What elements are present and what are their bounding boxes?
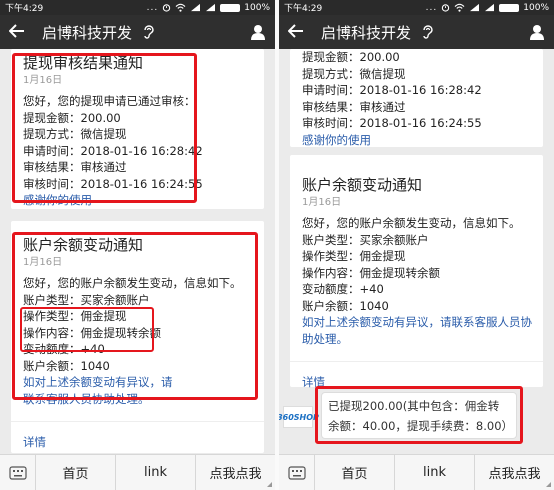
right-phone-screen: 下午4:29 ... 100% 启博科技开发 提现金额：200.00 提现方式：… [279, 0, 554, 490]
card-line: 提现金额：200.00 [302, 50, 400, 64]
signal-icon [470, 3, 480, 12]
card-line: 变动额度：+40 [302, 282, 384, 296]
signal-icon-2 [485, 3, 495, 12]
status-bar: 下午4:29 ... 100% [0, 0, 275, 15]
card-line: 审核时间：2018-01-16 16:24:55 [302, 116, 482, 130]
withdraw-summary-toast: 已提现200.00(其中包含：佣金转 余额：40.00，提现手续费：8.00） [321, 392, 517, 439]
profile-button[interactable] [241, 24, 275, 40]
menu-label: 首页 [341, 467, 368, 482]
card-line: 申请时间：2018-01-16 16:28:42 [302, 83, 482, 97]
signal-icon [191, 3, 201, 12]
card-line: 变动额度：+40 [23, 342, 105, 356]
person-icon [530, 25, 544, 40]
signal-icon-2 [206, 3, 216, 12]
menu-label: 点我点我 [488, 467, 541, 482]
status-time: 下午4:29 [5, 4, 44, 14]
page-title: 启博科技开发 [42, 23, 133, 42]
card-line: 提现金额：200.00 [23, 110, 121, 125]
menu-label: link [144, 465, 167, 480]
shop-logo: 360SHOP [279, 406, 319, 428]
card-line: 账户类型：买家余额账户 [302, 232, 429, 247]
ear-icon [423, 25, 433, 39]
back-button[interactable] [0, 22, 34, 43]
menu-click-me[interactable]: 点我点我 [196, 455, 275, 490]
menu-link[interactable]: link [116, 455, 196, 490]
card-line: 提现方式：微信提现 [23, 127, 127, 141]
keyboard-toggle[interactable] [0, 455, 36, 490]
card-line: 您好，您的账户余额发生变动，信息如下。 [302, 216, 521, 230]
wifi-icon [454, 3, 465, 12]
battery-icon [499, 3, 520, 12]
battery-percent: 100% [523, 2, 549, 13]
alarm-icon [163, 4, 171, 12]
card-date: 1月16日 [23, 257, 63, 268]
message-list[interactable]: 提现审核结果通知 1月16日 您好，您的提现申请已通过审核： 提现金额：200.… [0, 49, 275, 454]
menu-click-me[interactable]: 点我点我 [475, 455, 554, 490]
card-title: 账户余额变动通知 [302, 176, 423, 194]
card-line: 审核时间：2018-01-16 16:24:55 [23, 176, 203, 191]
status-bar: 下午4:29 ... 100% [279, 0, 554, 15]
nav-bar: 启博科技开发 [0, 15, 275, 49]
card-line: 您好，您的提现申请已通过审核： [23, 94, 196, 108]
keyboard-toggle[interactable] [279, 455, 315, 490]
card-line: 审核结果：审核通过 [302, 99, 406, 114]
menu-home[interactable]: 首页 [315, 455, 395, 490]
card-line: 提现方式：微信提现 [302, 66, 406, 81]
profile-button[interactable] [520, 24, 554, 40]
notice-text: 如对上述余额变动有异议，请联系客服人员协助处理。 [23, 375, 173, 406]
card-title: 账户余额变动通知 [23, 236, 144, 254]
keyboard-icon [287, 465, 306, 480]
menu-label: 首页 [62, 467, 89, 482]
notice-text: 如对上述余额变动有异议，请联系客服人员协助处理。 [302, 315, 532, 346]
withdraw-audit-card[interactable]: 提现金额：200.00 提现方式：微信提现 申请时间：2018-01-16 16… [290, 49, 543, 147]
status-dots: ... [146, 2, 159, 13]
system-message: 360SHOP 已提现200.00(其中包含：佣金转 余额：40.00，提现手续… [279, 382, 554, 444]
back-button[interactable] [279, 22, 313, 43]
card-date: 1月16日 [23, 75, 63, 86]
card-title: 提现审核结果通知 [23, 54, 144, 72]
card-line: 申请时间：2018-01-16 16:28:42 [23, 143, 203, 158]
battery-icon [220, 3, 241, 12]
thanks-text: 感谢你的使用 [302, 132, 371, 147]
toast-line: 余额：40.00，提现手续费：8.00） [328, 419, 514, 433]
wifi-icon [175, 3, 186, 12]
card-line: 操作内容：佣金提现转余额 [302, 265, 440, 280]
status-dots: ... [425, 2, 438, 13]
balance-change-card[interactable]: 账户余额变动通知 1月16日 您好，您的账户余额发生变动，信息如下。 账户类型：… [11, 221, 264, 453]
menu-link[interactable]: link [395, 455, 475, 490]
card-line: 操作类型：佣金提现 [23, 309, 127, 323]
card-line: 操作类型：佣金提现 [302, 249, 406, 263]
thanks-text: 感谢你的使用 [23, 193, 92, 207]
card-line: 您好，您的账户余额发生变动，信息如下。 [23, 276, 242, 290]
withdraw-audit-card[interactable]: 提现审核结果通知 1月16日 您好，您的提现申请已通过审核： 提现金额：200.… [11, 49, 264, 209]
card-line: 账户余额：1040 [23, 358, 110, 373]
card-line: 操作内容：佣金提现转余额 [23, 325, 161, 340]
card-line: 账户类型：买家余额账户 [23, 292, 150, 307]
menu-label: 点我点我 [209, 467, 262, 482]
alarm-icon [442, 4, 450, 12]
left-phone-screen: 下午4:29 ... 100% 启博科技开发 提现审核结果通知 1月16日 您好… [0, 0, 275, 490]
menu-label: link [423, 465, 446, 480]
nav-bar: 启博科技开发 [279, 15, 554, 49]
bottom-menu: 首页 link 点我点我 [0, 454, 275, 490]
toast-line: 已提现200.00(其中包含：佣金转 [328, 399, 500, 413]
ear-icon [144, 25, 154, 39]
submenu-indicator-icon [546, 482, 551, 487]
card-line: 审核结果：审核通过 [23, 160, 127, 174]
card-date: 1月16日 [302, 197, 342, 208]
menu-home[interactable]: 首页 [36, 455, 116, 490]
submenu-indicator-icon [267, 482, 272, 487]
page-title: 启博科技开发 [321, 23, 412, 42]
card-line: 账户余额：1040 [302, 298, 389, 313]
arrow-left-icon [287, 23, 303, 38]
bottom-menu: 首页 link 点我点我 [279, 454, 554, 490]
balance-change-card[interactable]: 账户余额变动通知 1月16日 您好，您的账户余额发生变动，信息如下。 账户类型：… [290, 155, 543, 389]
detail-link[interactable]: 详情 [23, 422, 252, 450]
message-list[interactable]: 提现金额：200.00 提现方式：微信提现 申请时间：2018-01-16 16… [279, 49, 554, 454]
keyboard-icon [8, 465, 27, 480]
battery-percent: 100% [244, 2, 270, 13]
status-time: 下午4:29 [284, 4, 323, 14]
person-icon [251, 25, 265, 40]
arrow-left-icon [8, 23, 24, 38]
